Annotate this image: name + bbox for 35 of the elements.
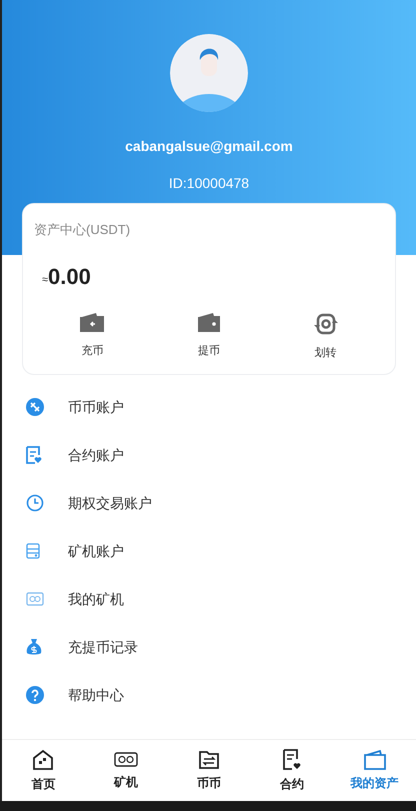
menu-item[interactable]: 合约账户 bbox=[2, 431, 416, 479]
menu-item[interactable]: 帮助中心 bbox=[2, 671, 416, 719]
balance-amount: 0.00 bbox=[48, 262, 91, 290]
money-bag-icon bbox=[26, 638, 42, 656]
wallet-icon bbox=[79, 312, 106, 332]
clock-icon bbox=[26, 494, 44, 512]
menu-item[interactable]: 币币账户 bbox=[2, 383, 416, 431]
asset-action-button[interactable]: 充币 bbox=[34, 312, 151, 361]
menu-item[interactable]: 矿机账户 bbox=[2, 527, 416, 575]
menu-item[interactable]: 充提币记录 bbox=[2, 623, 416, 671]
coin-icon bbox=[26, 398, 44, 416]
user-email: cabangalsue@gmail.com bbox=[125, 137, 293, 156]
server-icon bbox=[26, 543, 40, 559]
tab-item[interactable]: 我的资产 bbox=[333, 740, 416, 801]
tab-item[interactable]: 币币 bbox=[168, 740, 250, 801]
help-icon bbox=[26, 686, 44, 704]
wallet-icon bbox=[196, 312, 221, 332]
approx-sign: ≈ bbox=[42, 273, 48, 288]
menu-item[interactable]: 期权交易账户 bbox=[2, 479, 416, 527]
tab-item[interactable]: 合约 bbox=[250, 740, 334, 801]
tab-item[interactable]: 矿机 bbox=[84, 740, 168, 801]
miner-icon bbox=[26, 592, 44, 606]
menu-item[interactable]: 我的矿机 bbox=[2, 575, 416, 623]
asset-action-button[interactable]: 划转 bbox=[267, 312, 384, 361]
document-icon bbox=[282, 748, 302, 770]
transfer-icon bbox=[312, 312, 339, 334]
asset-action-button[interactable]: 提币 bbox=[150, 312, 268, 361]
tab-item[interactable]: 首页 bbox=[2, 740, 85, 801]
card-title: 资产中心(USDT) bbox=[34, 221, 132, 239]
folder-icon bbox=[198, 750, 220, 770]
wallet-icon bbox=[362, 750, 387, 770]
home-icon bbox=[32, 748, 54, 770]
document-icon bbox=[26, 446, 42, 464]
miner-icon bbox=[114, 750, 138, 768]
user-id: ID:10000478 bbox=[168, 174, 250, 193]
